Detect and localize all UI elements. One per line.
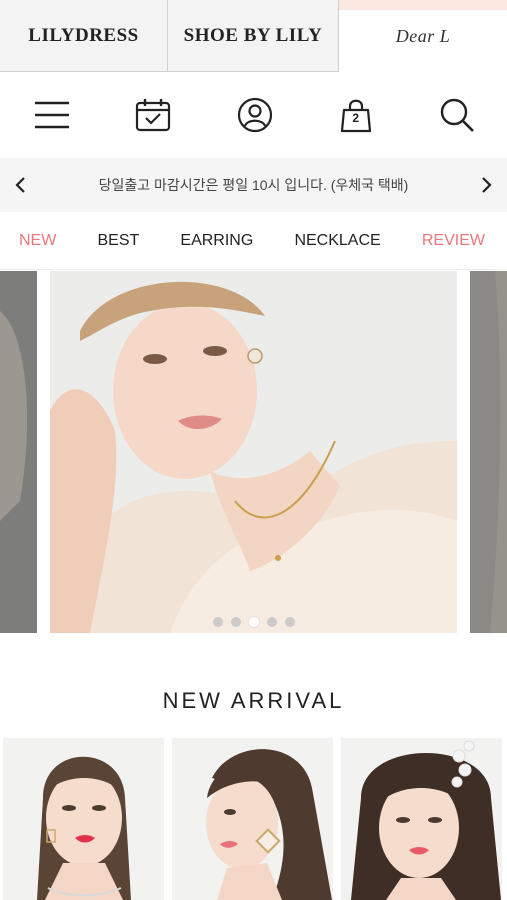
previous-slide-preview[interactable] [0,271,37,633]
product-card[interactable] [341,738,502,900]
brand-tab-shoe-by-lily[interactable]: SHOE BY LILY [168,0,339,72]
account-button[interactable] [235,95,275,135]
notice-bar: 당일출고 마감시간은 평일 10시 입니다. (우체국 택배) [0,158,507,212]
category-necklace[interactable]: NECKLACE [294,232,380,250]
carousel-dot-3[interactable] [248,617,259,627]
category-earring[interactable]: EARRING [180,232,253,250]
user-icon [237,97,272,133]
carousel-dot-2[interactable] [230,617,241,627]
attendance-button[interactable] [133,95,173,135]
banner-slide-image[interactable] [50,271,457,633]
brand-tab-lilydress[interactable]: LILYDRESS [0,0,168,72]
brand-tabs: LILYDRESS SHOE BY LILY Dear L [0,0,507,72]
carousel-indicators [0,617,507,627]
category-new[interactable]: NEW [19,232,56,250]
cart-button[interactable]: 2 [336,95,376,135]
product-card[interactable] [3,738,164,900]
menu-button[interactable] [32,95,72,135]
header-icon-bar: 2 [0,72,507,158]
carousel-dot-4[interactable] [266,617,277,627]
chevron-right-icon [482,177,492,193]
search-button[interactable] [437,95,477,135]
search-icon [440,98,474,132]
chevron-left-icon [15,177,25,193]
banner-carousel[interactable] [0,271,507,633]
brand-tab-dear-l[interactable]: Dear L [339,0,507,72]
section-title-new-arrival: NEW ARRIVAL [162,688,345,713]
category-best[interactable]: BEST [97,232,139,250]
product-grid [3,738,504,900]
cart-count-badge: 2 [352,111,360,125]
next-slide-preview[interactable] [470,271,507,633]
calendar-check-icon [136,99,171,132]
carousel-dot-1[interactable] [212,617,223,627]
category-nav: NEW BEST EARRING NECKLACE REVIEW [0,212,507,270]
carousel-dot-5[interactable] [284,617,295,627]
notice-text: 당일출고 마감시간은 평일 10시 입니다. (우체국 택배) [98,177,409,193]
notice-next-button[interactable] [477,175,497,195]
notice-prev-button[interactable] [10,175,30,195]
hamburger-menu-icon [35,101,69,129]
product-card[interactable] [172,738,333,900]
category-review[interactable]: REVIEW [422,232,485,250]
